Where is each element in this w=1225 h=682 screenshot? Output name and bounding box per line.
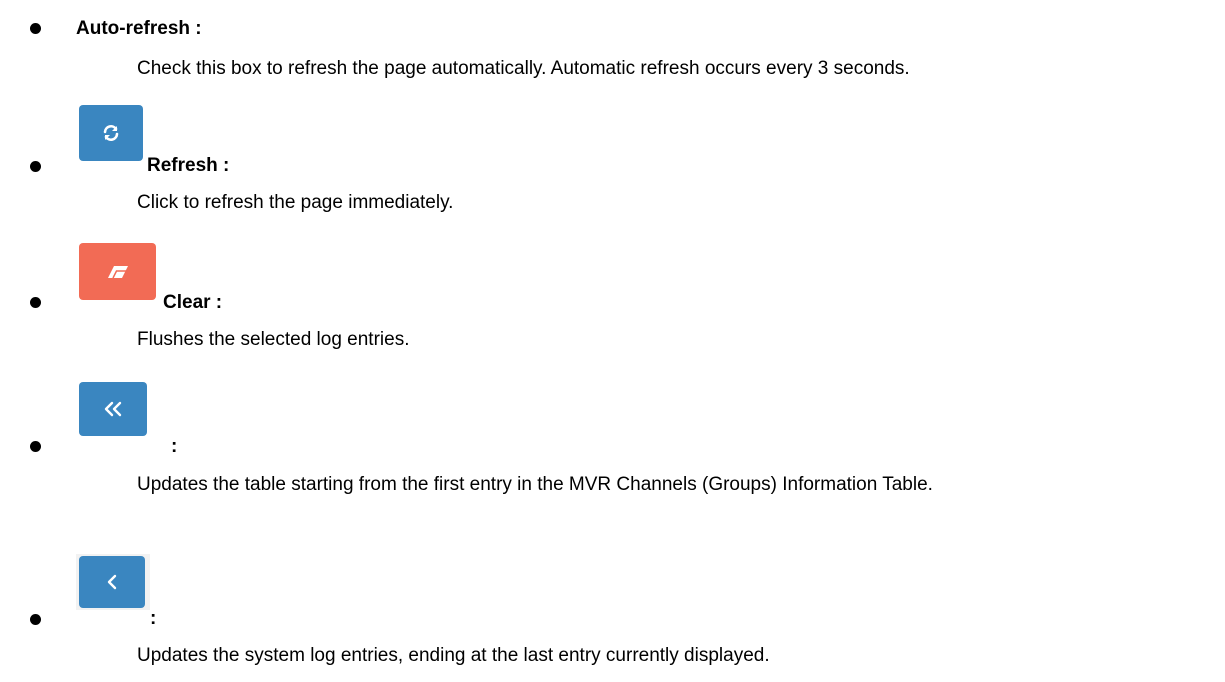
bullet (30, 441, 41, 452)
first-page-description: Updates the table starting from the firs… (137, 474, 933, 495)
clear-label: Clear : (163, 292, 223, 313)
bullet (30, 297, 41, 308)
previous-page-button[interactable] (79, 556, 145, 608)
refresh-label: Refresh : (147, 155, 230, 176)
double-chevron-left-icon (104, 401, 122, 417)
refresh-button[interactable] (79, 105, 143, 161)
bullet (30, 23, 41, 34)
eraser-icon (107, 265, 128, 278)
first-page-button[interactable] (79, 382, 147, 436)
first-page-label: : (171, 436, 178, 457)
previous-page-description: Updates the system log entries, ending a… (137, 645, 770, 666)
refresh-icon (103, 125, 119, 141)
clear-description: Flushes the selected log entries. (137, 329, 410, 350)
refresh-description: Click to refresh the page immediately. (137, 192, 454, 213)
bullet (30, 614, 41, 625)
previous-page-label: : (150, 608, 157, 629)
bullet (30, 161, 41, 172)
auto-refresh-description: Check this box to refresh the page autom… (137, 58, 910, 79)
auto-refresh-label: Auto-refresh : (76, 18, 202, 39)
chevron-left-icon (107, 574, 117, 590)
clear-button[interactable] (79, 243, 156, 300)
